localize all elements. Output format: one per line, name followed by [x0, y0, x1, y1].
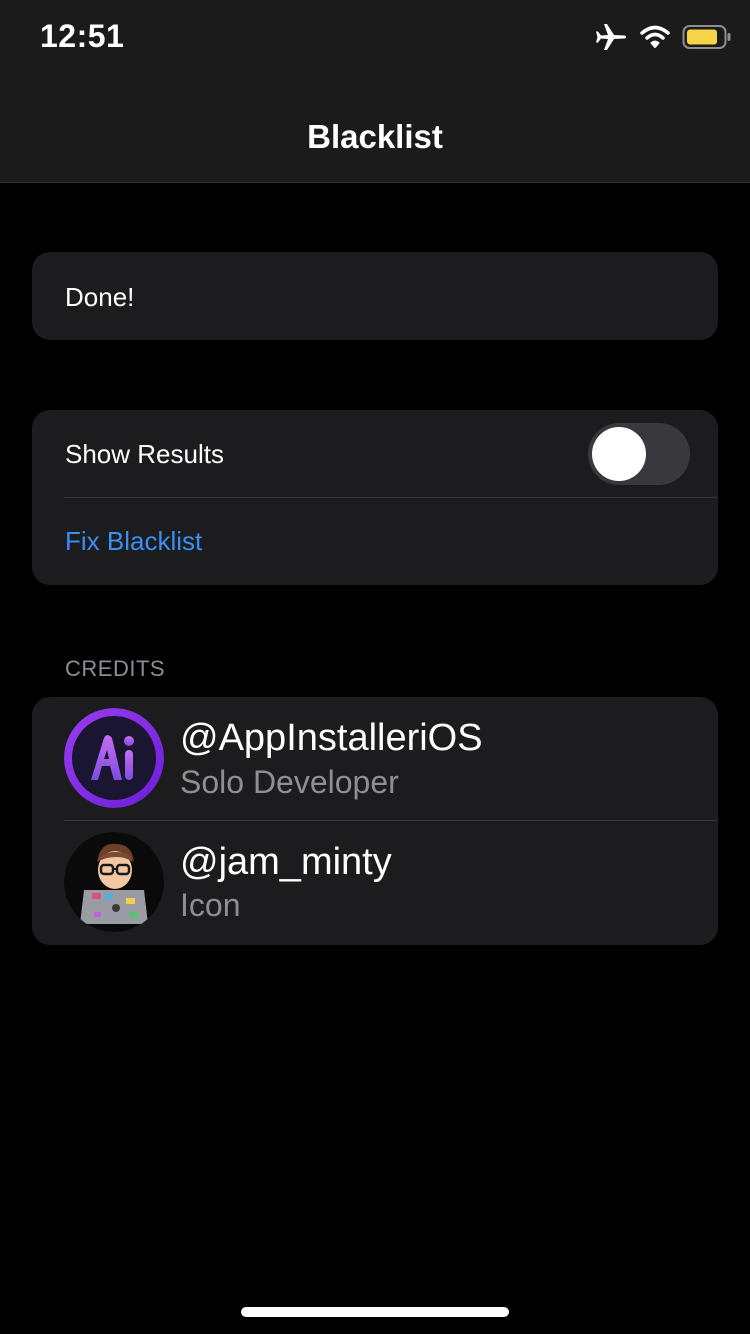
status-card: Done!	[32, 252, 718, 340]
memoji-avatar	[64, 832, 164, 932]
credit-row-jam-minty[interactable]: @jam_minty Icon	[32, 821, 718, 945]
fix-blacklist-button[interactable]: Fix Blacklist	[65, 526, 202, 557]
toggle-knob	[592, 427, 646, 481]
wifi-icon	[640, 25, 670, 54]
credit-row-appinstaller[interactable]: @AppInstalleriOS Solo Developer	[32, 697, 718, 820]
credit-name: @jam_minty	[180, 841, 392, 883]
credit-role: Solo Developer	[180, 764, 399, 800]
home-indicator[interactable]	[241, 1307, 509, 1317]
show-results-row: Show Results	[32, 410, 718, 497]
page-title: Blacklist	[307, 118, 443, 155]
credits-card: @AppInstalleriOS Solo Developer @jam_min…	[32, 697, 718, 945]
status-bar: 12:51	[0, 0, 750, 80]
credit-role: Icon	[180, 887, 241, 923]
status-icons	[594, 22, 732, 57]
appinstaller-avatar	[64, 708, 164, 808]
credit-name: @AppInstalleriOS	[180, 717, 483, 759]
fix-blacklist-row[interactable]: Fix Blacklist	[32, 498, 718, 585]
show-results-label: Show Results	[65, 439, 224, 469]
battery-icon	[682, 24, 732, 55]
credits-header: CREDITS	[65, 656, 166, 681]
status-time: 12:51	[40, 18, 125, 54]
navigation-bar: Blacklist	[0, 80, 750, 183]
status-message: Done!	[65, 282, 135, 312]
show-results-toggle[interactable]	[588, 423, 690, 485]
airplane-icon	[594, 22, 628, 57]
actions-card: Show Results Fix Blacklist	[32, 410, 718, 585]
